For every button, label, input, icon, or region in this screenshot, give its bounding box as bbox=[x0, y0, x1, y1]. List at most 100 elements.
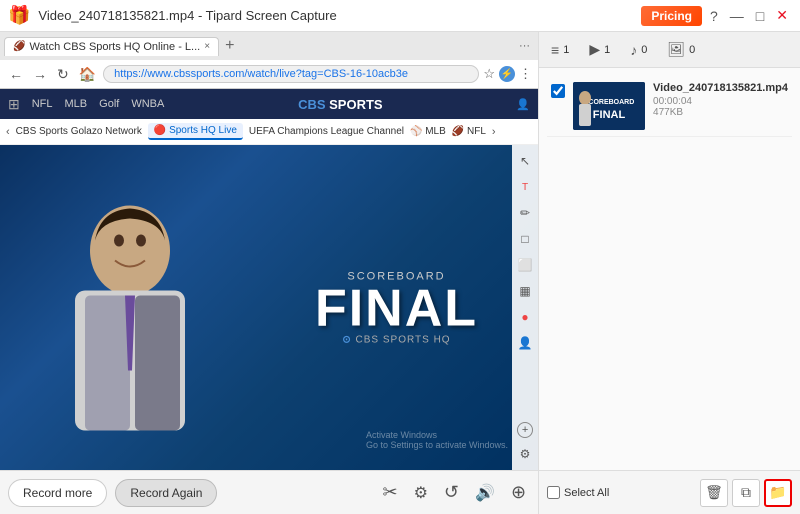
tab-image-icon: 🖼 bbox=[667, 41, 685, 58]
video-item-checkbox[interactable] bbox=[551, 84, 565, 98]
cut-icon[interactable]: ✂ bbox=[378, 480, 401, 505]
cbs-nav-golf[interactable]: Golf bbox=[99, 98, 119, 110]
select-all-area: Select All bbox=[547, 486, 696, 499]
video-name: Video_240718135821.mp4 bbox=[653, 82, 788, 94]
address-bar-input[interactable] bbox=[103, 65, 479, 83]
minimize-button[interactable]: — bbox=[726, 6, 748, 26]
close-button[interactable]: ✕ bbox=[772, 5, 792, 26]
delete-button[interactable]: 🗑 bbox=[700, 479, 728, 507]
tab-image-count: 0 bbox=[689, 44, 695, 56]
record-again-button[interactable]: Record Again bbox=[115, 479, 217, 507]
video-size: 477KB bbox=[653, 107, 788, 118]
cbs-sub-mlb[interactable]: ⚾ MLB bbox=[410, 126, 446, 137]
tool-user[interactable]: 👤 bbox=[515, 333, 535, 353]
back-button[interactable]: ← bbox=[6, 65, 26, 83]
video-info: Video_240718135821.mp4 00:00:04 477KB bbox=[653, 82, 788, 118]
tab-all-count: 1 bbox=[563, 44, 569, 56]
cbs-sub-ucl[interactable]: UEFA Champions League Channel bbox=[249, 126, 404, 137]
main-layout: 🏈 Watch CBS Sports HQ Online - L... × + … bbox=[0, 32, 800, 514]
tab-audio[interactable]: ♪ 0 bbox=[626, 40, 651, 60]
tool-settings[interactable]: ⚙ bbox=[515, 444, 535, 464]
cbs-navigation: ⊞ NFL MLB Golf WNBA CBS SPORTS 👤 bbox=[0, 89, 538, 119]
tool-cursor[interactable]: ↖ bbox=[515, 151, 535, 171]
svg-text:SCOREBOARD: SCOREBOARD bbox=[584, 99, 635, 106]
left-panel: 🏈 Watch CBS Sports HQ Online - L... × + … bbox=[0, 32, 538, 514]
tab-all[interactable]: ≡ 1 bbox=[547, 40, 573, 60]
list-item: SCOREBOARD FINAL Video_240718135821.mp4 … bbox=[547, 76, 792, 137]
cbs-sub-nfl[interactable]: 🏈 NFL bbox=[452, 126, 486, 137]
extensions-icon[interactable]: ⚡ bbox=[499, 66, 515, 82]
title-bar-left: 🎁 Video_240718135821.mp4 - Tipard Screen… bbox=[8, 5, 337, 26]
browser-menu-icon[interactable]: ··· bbox=[515, 38, 534, 54]
cbs-logo-small: ⊙ bbox=[342, 334, 351, 345]
adjust-icon[interactable]: ⚙ bbox=[410, 481, 432, 505]
cbs-nav-back-arrow[interactable]: ‹ bbox=[6, 126, 10, 138]
bottom-bar: Record more Record Again ✂ ⚙ ↺ 🔊 ⊕ bbox=[0, 470, 538, 514]
cbs-sub-hq[interactable]: 🔴 Sports HQ Live bbox=[148, 123, 243, 140]
tab-video-count: 1 bbox=[604, 44, 610, 56]
tab-audio-count: 0 bbox=[641, 44, 647, 56]
pricing-button[interactable]: Pricing bbox=[641, 6, 702, 26]
copy-button[interactable]: ⧉ bbox=[732, 479, 760, 507]
maximize-button[interactable]: □ bbox=[752, 6, 768, 26]
thumb-preview: SCOREBOARD FINAL bbox=[573, 82, 645, 130]
cbs-nav-wnba[interactable]: WNBA bbox=[131, 98, 164, 110]
tab-audio-icon: ♪ bbox=[630, 42, 637, 58]
tab-video-icon: ▶ bbox=[589, 41, 600, 58]
tool-text[interactable]: T bbox=[515, 177, 535, 197]
tab-close-icon[interactable]: × bbox=[204, 41, 210, 52]
cbs-hq-label: CBS SPORTS HQ bbox=[356, 334, 451, 345]
help-icon[interactable]: ? bbox=[706, 6, 722, 26]
right-panel: ≡ 1 ▶ 1 ♪ 0 🖼 0 bbox=[538, 32, 800, 514]
cbs-nav-forward-arrow[interactable]: › bbox=[492, 126, 496, 138]
cbs-nav-nfl[interactable]: NFL bbox=[32, 98, 53, 110]
tool-eraser[interactable]: ⬜ bbox=[515, 255, 535, 275]
cbs-sub-navigation: ‹ CBS Sports Golazo Network 🔴 Sports HQ … bbox=[0, 119, 538, 145]
gift-icon: 🎁 bbox=[8, 5, 30, 26]
video-list: SCOREBOARD FINAL Video_240718135821.mp4 … bbox=[539, 68, 800, 470]
cbs-sports-logo: CBS SPORTS bbox=[298, 97, 383, 112]
tab-favicon: 🏈 bbox=[13, 41, 25, 52]
bookmark-icon[interactable]: ☆ bbox=[483, 66, 495, 82]
tool-add[interactable]: + bbox=[517, 422, 533, 438]
title-bar: 🎁 Video_240718135821.mp4 - Tipard Screen… bbox=[0, 0, 800, 32]
browser-settings-icon[interactable]: ⋮ bbox=[519, 66, 532, 82]
watermark: Activate WindowsGo to Settings to activa… bbox=[366, 430, 508, 450]
cbs-sub-golazo[interactable]: CBS Sports Golazo Network bbox=[16, 126, 142, 137]
more-options-icon[interactable]: ⊕ bbox=[507, 480, 530, 505]
select-all-label: Select All bbox=[564, 487, 609, 499]
website-content: ⊞ NFL MLB Golf WNBA CBS SPORTS 👤 ‹ CBS S… bbox=[0, 89, 538, 145]
scoreboard-overlay: SCOREBOARD FINAL ⊙ CBS SPORTS HQ bbox=[315, 270, 478, 345]
cbs-nav-mlb[interactable]: MLB bbox=[65, 98, 88, 110]
tab-image[interactable]: 🖼 0 bbox=[663, 39, 699, 60]
select-all-checkbox[interactable] bbox=[547, 486, 560, 499]
right-panel-tabs: ≡ 1 ▶ 1 ♪ 0 🖼 0 bbox=[539, 32, 800, 68]
tab-video[interactable]: ▶ 1 bbox=[585, 39, 614, 60]
video-duration: 00:00:04 bbox=[653, 96, 788, 107]
refresh-button[interactable]: ↻ bbox=[54, 65, 72, 84]
final-text: FINAL bbox=[315, 282, 478, 334]
browser-tab[interactable]: 🏈 Watch CBS Sports HQ Online - L... × bbox=[4, 37, 219, 56]
tool-pencil[interactable]: ✏ bbox=[515, 203, 535, 223]
tool-shape[interactable]: □ bbox=[515, 229, 535, 249]
cbs-grid-icon[interactable]: ⊞ bbox=[8, 96, 20, 113]
tab-all-icon: ≡ bbox=[551, 42, 559, 58]
home-button[interactable]: 🏠 bbox=[76, 65, 99, 84]
video-thumbnail-small: SCOREBOARD FINAL bbox=[573, 82, 645, 130]
record-more-button[interactable]: Record more bbox=[8, 479, 107, 507]
person-silhouette bbox=[20, 178, 240, 471]
svg-text:FINAL: FINAL bbox=[593, 109, 626, 121]
tool-mosaic[interactable]: ▦ bbox=[515, 281, 535, 301]
open-folder-button[interactable]: 📁 bbox=[764, 479, 792, 507]
forward-button[interactable]: → bbox=[30, 65, 50, 83]
browser-chrome: 🏈 Watch CBS Sports HQ Online - L... × + … bbox=[0, 32, 538, 89]
audio-icon[interactable]: 🔊 bbox=[471, 481, 499, 505]
tool-color[interactable]: ● bbox=[515, 307, 535, 327]
title-bar-controls: Pricing ? — □ ✕ bbox=[641, 5, 792, 26]
new-tab-button[interactable]: + bbox=[221, 37, 238, 55]
app-title: Video_240718135821.mp4 - Tipard Screen C… bbox=[38, 8, 336, 23]
browser-tabs: 🏈 Watch CBS Sports HQ Online - L... × + … bbox=[0, 32, 538, 60]
rotate-icon[interactable]: ↺ bbox=[440, 480, 463, 505]
right-bottom-bar: Select All 🗑 ⧉ 📁 bbox=[539, 470, 800, 514]
cbs-user-icon[interactable]: 👤 bbox=[516, 98, 530, 111]
